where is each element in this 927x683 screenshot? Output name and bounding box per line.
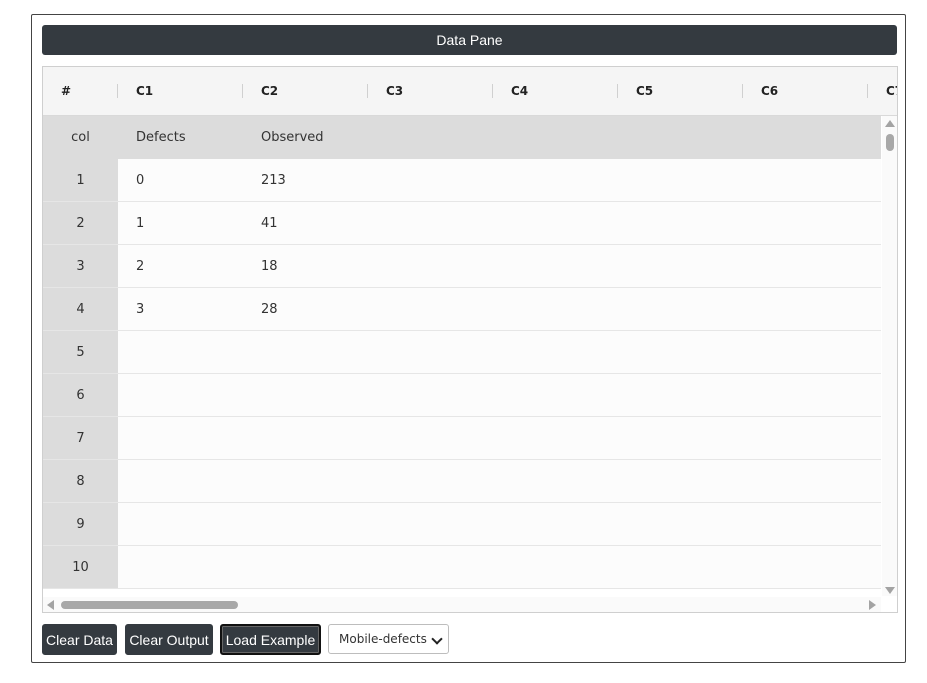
column-name-c1[interactable]: Defects: [136, 116, 186, 159]
column-name-row: col Defects Observed: [43, 116, 881, 159]
header-divider: [867, 84, 868, 98]
table-row: 3 2 18: [43, 245, 881, 288]
row-number: 4: [43, 288, 118, 330]
row-number: 9: [43, 503, 118, 545]
cell-c1[interactable]: 1: [136, 202, 144, 244]
horizontal-scroll-thumb[interactable]: [61, 601, 238, 609]
column-header-c6[interactable]: C6: [761, 67, 778, 115]
clear-data-button[interactable]: Clear Data: [42, 624, 117, 655]
header-index: #: [61, 84, 72, 98]
row-number: 6: [43, 374, 118, 416]
column-name-c2[interactable]: Observed: [261, 116, 324, 159]
cell-c1[interactable]: 2: [136, 245, 144, 287]
header-divider: [617, 84, 618, 98]
example-dataset-select[interactable]: Mobile-defects: [328, 624, 449, 654]
header-divider: [242, 84, 243, 98]
scroll-down-arrow-icon[interactable]: [885, 587, 895, 594]
table-row: 10: [43, 546, 881, 589]
table-row: 9: [43, 503, 881, 546]
clear-output-button[interactable]: Clear Output: [125, 624, 213, 655]
cell-c2[interactable]: 28: [261, 288, 278, 330]
column-header-c5[interactable]: C5: [636, 67, 653, 115]
scroll-right-arrow-icon[interactable]: [869, 600, 876, 610]
row-number: 3: [43, 245, 118, 287]
column-header-c4[interactable]: C4: [511, 67, 528, 115]
grid-body: col Defects Observed 1 0 213 2 1 41 3 2 …: [43, 116, 881, 596]
cell-c1[interactable]: 3: [136, 288, 144, 330]
cell-c1[interactable]: 0: [136, 159, 144, 201]
table-row: 4 3 28: [43, 288, 881, 331]
cell-c2[interactable]: 18: [261, 245, 278, 287]
row-number: 2: [43, 202, 118, 244]
chevron-down-icon: [431, 633, 443, 645]
row-number: 10: [43, 546, 118, 588]
data-pane-panel: Data Pane # C1 C2 C3 C4 C5 C6 C7 col Def…: [31, 14, 906, 663]
header-divider: [367, 84, 368, 98]
table-row: 7: [43, 417, 881, 460]
column-header-c1[interactable]: C1: [136, 67, 153, 115]
header-divider: [492, 84, 493, 98]
example-dataset-value: Mobile-defects: [339, 632, 427, 646]
data-grid: # C1 C2 C3 C4 C5 C6 C7 col Defects Obser…: [42, 66, 898, 613]
row-number: 7: [43, 417, 118, 459]
vertical-scrollbar[interactable]: [882, 116, 897, 596]
column-header-c7[interactable]: C7: [886, 67, 897, 115]
column-header-c3[interactable]: C3: [386, 67, 403, 115]
table-row: 2 1 41: [43, 202, 881, 245]
grid-header: # C1 C2 C3 C4 C5 C6 C7: [43, 67, 897, 116]
load-example-button[interactable]: Load Example: [220, 624, 321, 655]
scroll-up-arrow-icon[interactable]: [885, 120, 895, 127]
table-row: 6: [43, 374, 881, 417]
row-header-col: col: [43, 116, 118, 159]
horizontal-scrollbar[interactable]: [43, 597, 881, 612]
table-row: 5: [43, 331, 881, 374]
column-header-c2[interactable]: C2: [261, 67, 278, 115]
table-row: 1 0 213: [43, 159, 881, 202]
table-row: 8: [43, 460, 881, 503]
scroll-left-arrow-icon[interactable]: [47, 600, 54, 610]
row-number: 1: [43, 159, 118, 201]
header-divider: [742, 84, 743, 98]
vertical-scroll-thumb[interactable]: [886, 134, 894, 151]
cell-c2[interactable]: 41: [261, 202, 278, 244]
row-number: 8: [43, 460, 118, 502]
cell-c2[interactable]: 213: [261, 159, 286, 201]
row-number: 5: [43, 331, 118, 373]
header-divider: [117, 84, 118, 98]
pane-title: Data Pane: [42, 25, 897, 55]
